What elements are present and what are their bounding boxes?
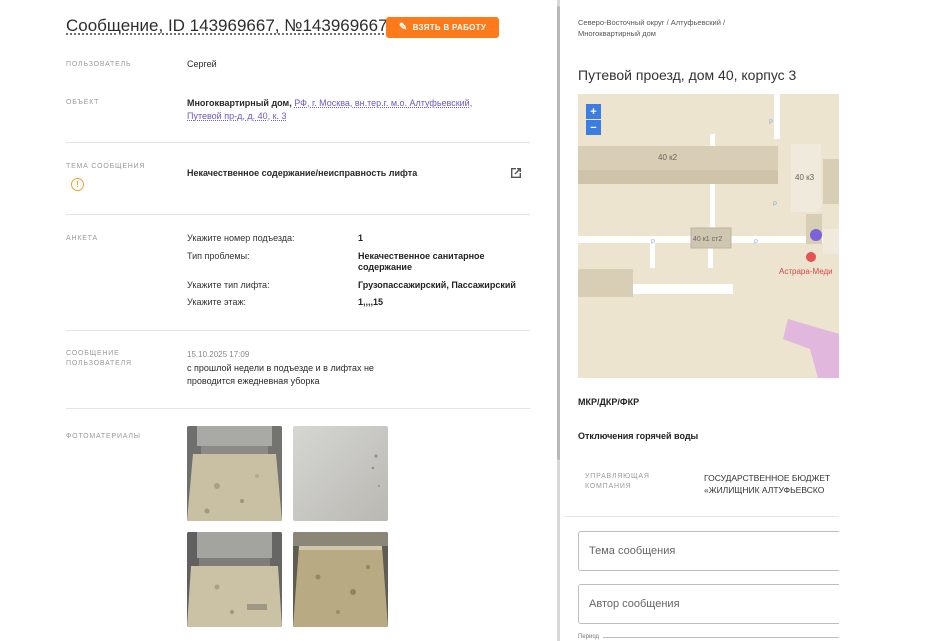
message-label: СООБЩЕНИЕ ПОЛЬЗОВАТЕЛЯ [66,350,132,367]
address-title: Путевой проезд, дом 40, корпус 3 [578,67,797,83]
period-field[interactable] [603,637,839,638]
object-value: Многоквартирный дом, РФ, г. Москва, вн.т… [187,97,517,123]
breadcrumb: Северо-Восточный округ / Алтуфьевский / М… [578,18,726,38]
main-scrollbar-thumb[interactable] [557,6,560,460]
object-address-link[interactable]: РФ, г. Москва, вн.тер.г. м.о. Алтуфьевск… [294,98,472,108]
external-link-icon[interactable] [508,165,524,181]
svg-text:P: P [754,240,758,246]
object-panel: Северо-Восточный округ / Алтуфьевский / М… [565,0,839,641]
section-hot-water[interactable]: Отключения горячей воды [578,431,698,441]
message-title[interactable]: Сообщение, ID 143969667, №143969667 [66,16,388,36]
photo-thumbnail[interactable] [187,426,282,521]
form-label: АНКЕТА [66,235,98,242]
divider [66,214,530,215]
photo-thumbnail[interactable] [187,532,282,627]
message-header: Сообщение, ID 143969667, №143969667 ⌃ [66,16,404,36]
map-label-k1: 40 к1 ст2 [693,236,722,243]
map[interactable]: 40 к2 40 к3 40 к1 ст2 Астрара-Меди P P P… [578,94,839,378]
period-label: Период [578,634,600,640]
user-value: Сергей [187,59,217,69]
photo-thumbnail[interactable] [293,532,388,627]
divider [66,408,530,409]
map-label-k3: 40 к3 [795,173,815,182]
object-type: Многоквартирный дом, [187,98,292,108]
warning-icon: ! [71,178,84,191]
take-to-work-label: ВЗЯТЬ В РАБОТУ [412,23,487,32]
photo-thumbnail[interactable] [293,426,388,521]
management-company-label: УПРАВЛЯЮЩАЯ КОМПАНИЯ [585,473,650,490]
form-question: Укажите номер подъезда: [187,233,295,243]
form-answer: Некачественное санитарное содержание [358,251,485,272]
divider [565,516,839,517]
user-label: ПОЛЬЗОВАТЕЛЬ [66,61,132,68]
photos-label: ФОТОМАТЕРИАЛЫ [66,433,141,440]
form-answer: 1,,,,15 [358,297,384,307]
svg-text:P: P [651,240,655,246]
message-panel: Сообщение, ID 143969667, №143969667 ⌃ ✎ … [0,0,548,641]
map-poi-label: Астрара-Меди [779,267,833,276]
svg-text:P: P [769,120,773,126]
form-question: Укажите тип лифта: [187,280,270,290]
form-question: Тип проблемы: [187,251,250,261]
take-to-work-button[interactable]: ✎ ВЗЯТЬ В РАБОТУ [386,17,499,38]
object-address-link-2[interactable]: Путевой пр-д, д. 40, к. 3 [187,111,287,121]
map-label-k2: 40 к2 [658,153,678,162]
svg-text:P: P [773,202,777,208]
section-mkr[interactable]: МКР/ДКР/ФКР [578,397,639,407]
management-company-value: ГОСУДАРСТВЕННОЕ БЮДЖЕТ «ЖИЛИЩНИК АЛТУФЬЕВ… [704,473,831,495]
topic-label: ТЕМА СООБЩЕНИЯ [66,163,146,170]
divider [66,142,530,143]
map-zoom-in-button[interactable]: + [586,104,601,119]
form-question: Укажите этаж: [187,297,246,307]
map-zoom-out-button[interactable]: − [586,120,601,135]
form-answer: 1 [358,233,364,243]
message-author-field[interactable]: Автор сообщения [578,584,839,624]
object-label: ОБЪЕКТ [66,99,100,106]
topic-value: Некачественное содержание/неисправность … [187,168,418,178]
message-date: 15.10.2025 17:09 [187,350,250,359]
message-topic-field[interactable]: Тема сообщения [578,531,839,571]
pencil-icon: ✎ [398,22,408,33]
message-text: с прошлой недели в подъезде и в лифтах н… [187,363,374,386]
form-answer: Грузопассажирский, Пассажирский [358,280,516,290]
divider [66,330,530,331]
